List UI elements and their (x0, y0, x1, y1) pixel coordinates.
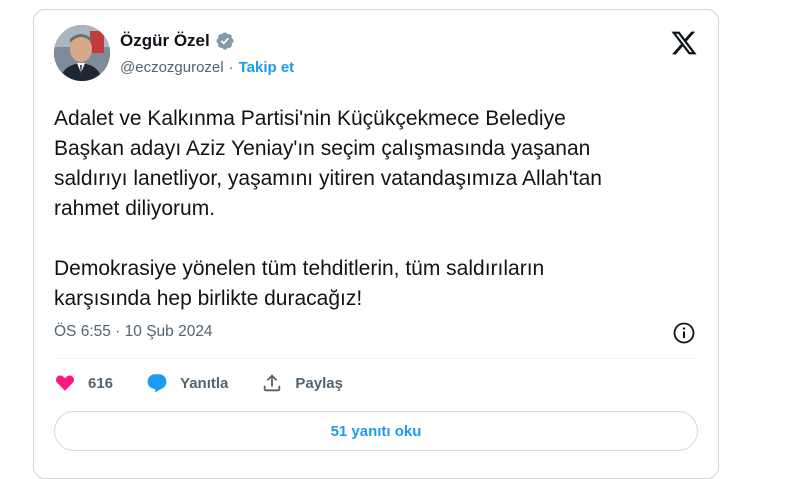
separator-dot: · (228, 59, 234, 76)
share-label: Paylaş (295, 374, 343, 392)
reply-label: Yanıtla (180, 374, 229, 392)
like-count: 616 (88, 374, 114, 392)
read-replies-button[interactable]: 51 yanıtı oku (54, 411, 698, 451)
author-name[interactable]: Özgür Özel (120, 31, 210, 51)
author-sub-row: @eczozgurozel · Takip et (120, 59, 294, 76)
share-icon (264, 374, 281, 392)
tweet-card: Özgür Özel @eczozgurozel · Takip et Adal… (33, 9, 719, 479)
like-button[interactable]: 616 (54, 372, 113, 394)
action-bar: 616 Yanıtla Paylaş (54, 372, 376, 394)
reply-button[interactable]: Yanıtla (146, 372, 228, 394)
speech-bubble-icon (147, 374, 167, 393)
follow-button[interactable]: Takip et (239, 59, 295, 76)
avatar-image (54, 25, 110, 81)
author-handle[interactable]: @eczozgurozel (120, 59, 224, 76)
tweet-text: Adalet ve Kalkınma Partisi'nin Küçükçekm… (54, 107, 602, 310)
author-name-row: Özgür Özel (120, 31, 235, 51)
verified-badge-icon (216, 32, 234, 50)
divider (54, 358, 698, 359)
heart-icon (56, 375, 74, 391)
x-logo-icon[interactable] (670, 29, 698, 57)
tweet-timestamp[interactable]: ÖS 6:55 · 10 Şub 2024 (54, 323, 213, 341)
avatar[interactable] (54, 25, 110, 81)
share-button[interactable]: Paylaş (261, 372, 343, 394)
info-icon[interactable] (672, 321, 696, 345)
